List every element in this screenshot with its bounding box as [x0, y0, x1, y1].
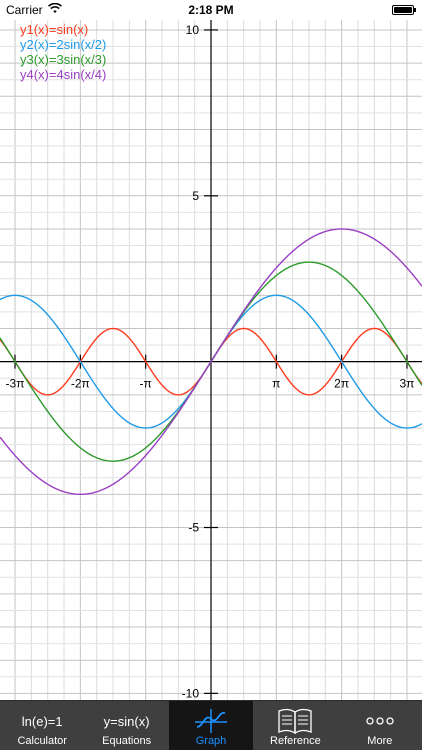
tab-calculator[interactable]: ln(e)=1 Calculator [0, 701, 84, 750]
y-tick-label: -10 [182, 686, 200, 700]
tab-graph[interactable]: Graph [168, 701, 254, 750]
legend-entry[interactable]: y2(x)=2sin(x/2) [20, 37, 106, 52]
tab-label: Equations [102, 735, 152, 747]
x-tick-label: 3π [399, 377, 414, 391]
graph-area[interactable]: -3π -2π -π π 2π 3π 10 5 -5 -10 [0, 20, 422, 700]
tab-reference[interactable]: Reference [253, 701, 337, 750]
status-bar: Carrier 2:18 PM [0, 0, 422, 20]
legend-entry[interactable]: y1(x)=sin(x) [20, 22, 106, 37]
y-tick-label: 5 [192, 189, 199, 203]
battery-icon [392, 5, 416, 15]
tab-label: More [367, 735, 393, 747]
tab-equations[interactable]: y=sin(x) Equations [84, 701, 168, 750]
legend-entry[interactable]: y4(x)=4sin(x/4) [20, 67, 106, 82]
tab-label: Graph [195, 735, 227, 747]
legend-entry[interactable]: y3(x)=3sin(x/3) [20, 52, 106, 67]
y-tick-label: 10 [186, 23, 200, 37]
tab-label: Calculator [17, 735, 67, 747]
more-dots-icon [365, 707, 395, 735]
tab-more[interactable]: More [338, 701, 422, 750]
x-tick-label: 2π [334, 377, 349, 391]
tab-bar: ln(e)=1 Calculator y=sin(x) Equations Gr… [0, 700, 422, 750]
graph-plot[interactable]: -3π -2π -π π 2π 3π 10 5 -5 -10 [0, 20, 422, 700]
x-tick-label: -3π [6, 377, 25, 391]
calculator-tab-icon-text: ln(e)=1 [21, 713, 63, 729]
y-tick-label: -5 [188, 521, 199, 535]
x-tick-label: -2π [71, 377, 90, 391]
status-time: 2:18 PM [188, 3, 234, 17]
axes [0, 20, 422, 700]
legend: y1(x)=sin(x) y2(x)=2sin(x/2) y3(x)=3sin(… [20, 22, 106, 82]
battery-fill [394, 7, 412, 13]
x-tick-label: -π [140, 377, 152, 391]
book-icon [276, 707, 314, 735]
graph-icon [191, 707, 231, 735]
x-tick-label: π [272, 377, 280, 391]
tab-label: Reference [270, 735, 321, 747]
equations-tab-icon-text: y=sin(x) [103, 713, 150, 729]
